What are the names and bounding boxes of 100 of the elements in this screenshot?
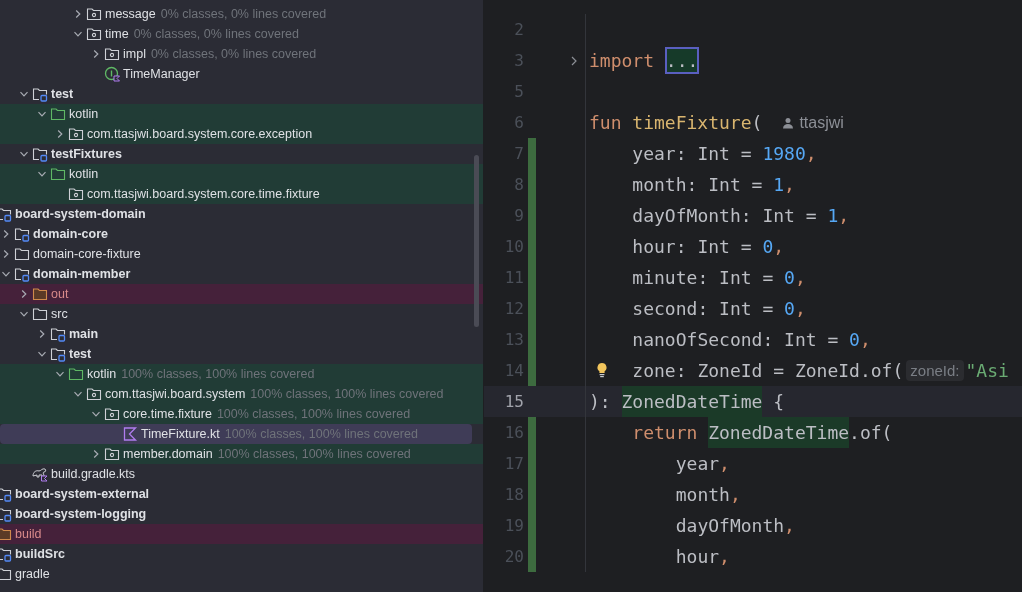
tree-item[interactable]: board-system-external [0, 484, 483, 504]
comma: , [784, 173, 795, 197]
tree-item[interactable]: kotlin [0, 164, 483, 184]
item-label: kotlin [69, 107, 99, 121]
chevron-icon[interactable] [37, 169, 47, 179]
code-text: ( [751, 111, 763, 135]
item-label: domain-core [33, 227, 108, 241]
author-hint[interactable]: ttasjwi [782, 113, 844, 132]
tree-item[interactable]: out [0, 284, 483, 304]
kotlin-file-icon [122, 426, 138, 442]
chevron-icon[interactable] [73, 389, 83, 399]
tree-item[interactable]: test [0, 344, 483, 364]
tree-item[interactable]: com.ttasjwi.board.system.core.exception [0, 124, 483, 144]
tree-item[interactable]: time 0% classes, 0% lines covered [0, 24, 483, 44]
tree-item[interactable]: kotlin 100% classes, 100% lines covered [0, 364, 483, 384]
module-folder-icon [0, 506, 12, 522]
module-folder-icon [50, 326, 66, 342]
chevron-icon[interactable] [1, 249, 11, 259]
chevron-icon[interactable] [19, 289, 29, 299]
comma: , [719, 452, 730, 476]
coverage-text: 100% classes, 100% lines covered [216, 407, 411, 421]
tree-item[interactable]: message 0% classes, 0% lines covered [0, 4, 483, 24]
code-text: zone: ZoneId = ZoneId.of( [632, 359, 904, 383]
string-literal: "Asi [965, 359, 1009, 383]
code-text: second: Int = [632, 297, 775, 321]
chevron-icon[interactable] [1, 229, 11, 239]
number-literal: 0 [784, 266, 795, 290]
tree-item[interactable]: com.ttasjwi.board.system.core.time.fixture [0, 184, 483, 204]
tree-item[interactable]: test [0, 84, 483, 104]
code-text: minute: Int = [632, 266, 775, 290]
tree-item[interactable]: TimeManager [0, 64, 483, 84]
chevron-icon[interactable] [91, 449, 101, 459]
tree-item[interactable]: member.domain 100% classes, 100% lines covered [0, 444, 483, 464]
item-label: kotlin [69, 167, 99, 181]
folder-icon [0, 526, 12, 542]
tree-item[interactable]: board-system-domain [0, 204, 483, 224]
item-label: impl [123, 47, 146, 61]
coverage-text: 100% classes, 100% lines covered [121, 367, 315, 381]
package-folder-icon [104, 46, 120, 62]
tree-item[interactable]: build.gradle.kts [0, 464, 483, 484]
item-label: board-system-external [15, 487, 150, 501]
folded-imports[interactable]: ... [664, 47, 700, 74]
tree-item[interactable]: domain-core-fixture [0, 244, 483, 264]
gradle-file-icon [32, 466, 48, 482]
code-text: hour [675, 545, 720, 569]
chevron-icon[interactable] [91, 49, 101, 59]
chevron-icon[interactable] [55, 129, 65, 139]
chevron-icon[interactable] [73, 29, 83, 39]
chevron-icon[interactable] [37, 109, 47, 119]
scrollbar-thumb[interactable] [474, 155, 479, 327]
module-folder-icon [32, 146, 48, 162]
tree-item[interactable]: com.ttasjwi.board.system 100% classes, 100% lines covered [0, 384, 483, 404]
item-label: com.ttasjwi.board.system.core.time.fixture [87, 187, 320, 201]
tree-item[interactable]: buildSrc [0, 544, 483, 564]
item-label: build.gradle.kts [51, 467, 136, 481]
comma: , [773, 235, 785, 259]
package-folder-icon [104, 406, 120, 422]
chevron-icon[interactable] [37, 349, 47, 359]
tree-item[interactable]: main [0, 324, 483, 344]
item-label: kotlin [87, 367, 117, 381]
tree-item[interactable]: domain-member [0, 264, 483, 284]
tree-item[interactable]: src [0, 304, 483, 324]
function-name: timeFixture [632, 111, 752, 135]
tree-item[interactable]: board-system-logging [0, 504, 483, 524]
item-label: message [105, 7, 156, 21]
tree-item[interactable]: impl 0% classes, 0% lines covered [0, 44, 483, 64]
chevron-icon[interactable] [1, 269, 11, 279]
code-text: ): [589, 390, 612, 414]
module-folder-icon [14, 266, 30, 282]
chevron-icon[interactable] [91, 409, 101, 419]
tree-item[interactable]: gradle [0, 564, 483, 584]
item-label: build [15, 527, 42, 541]
item-label: core.time.fixture [123, 407, 212, 421]
chevron-icon[interactable] [73, 9, 83, 19]
chevron-icon[interactable] [55, 369, 65, 379]
item-label: test [51, 87, 74, 101]
code-text: year: Int = [632, 142, 753, 166]
author-name: ttasjwi [799, 113, 844, 132]
fold-chevron-icon[interactable] [569, 54, 579, 67]
tree-item[interactable]: build [0, 524, 483, 544]
tree-item[interactable]: domain-core [0, 224, 483, 244]
chevron-icon[interactable] [19, 149, 29, 159]
item-label: time [105, 27, 129, 41]
package-folder-icon [86, 26, 102, 42]
comma: , [784, 514, 795, 538]
code-text: .of( [849, 421, 893, 445]
folder-icon [50, 106, 66, 122]
number-literal: 1 [773, 173, 785, 197]
item-label: src [51, 307, 68, 321]
module-folder-icon [0, 546, 12, 562]
folder-icon [68, 366, 84, 382]
tree-item[interactable]: kotlin [0, 104, 483, 124]
chevron-icon[interactable] [37, 329, 47, 339]
lightbulb-icon[interactable] [596, 362, 608, 378]
number-literal: 0 [849, 328, 860, 352]
tree-item[interactable]: core.time.fixture 100% classes, 100% lines covered [0, 404, 483, 424]
chevron-icon[interactable] [19, 309, 29, 319]
number-literal: 0 [762, 235, 774, 259]
tree-item[interactable]: testFixtures [0, 144, 483, 164]
chevron-icon[interactable] [19, 89, 29, 99]
